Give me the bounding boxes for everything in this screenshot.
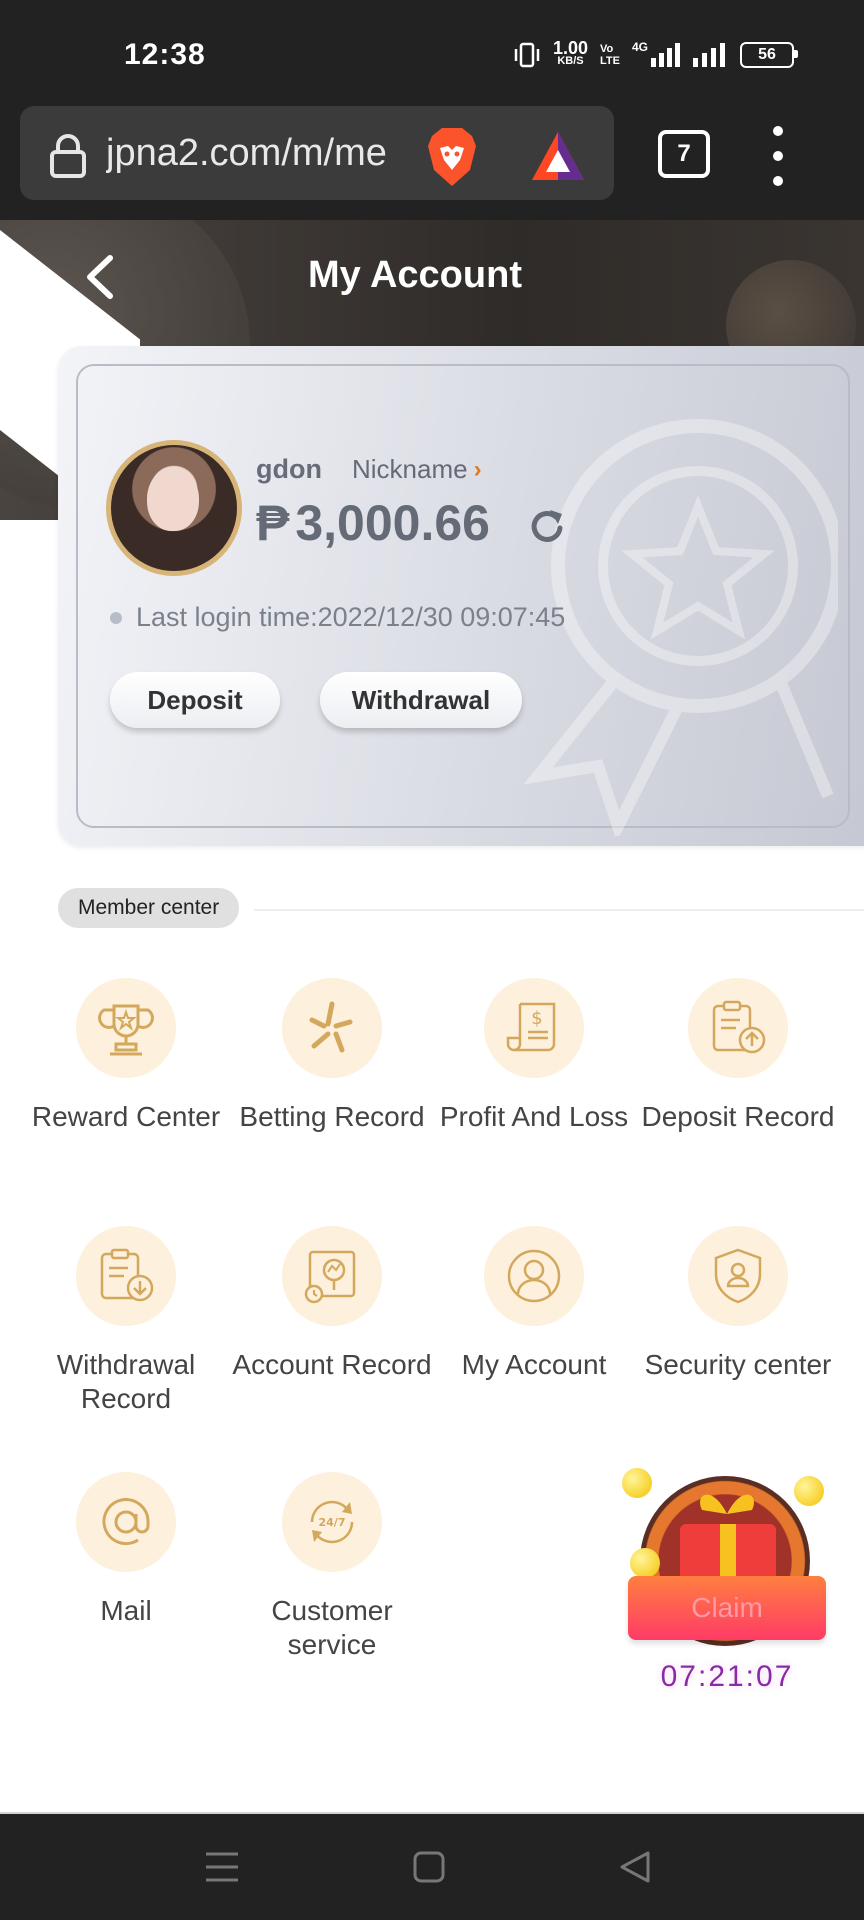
network-type: 4G (631, 40, 648, 54)
vibrate-icon (514, 42, 540, 68)
deposit-button[interactable]: Deposit (110, 672, 280, 728)
account-card: gdon Nickname › ₱ 3,000.66 Last login ti… (58, 346, 864, 846)
clipboard-download-icon (100, 1248, 154, 1302)
menu-item-withdrawal-record[interactable]: Withdrawal Record (24, 1226, 228, 1416)
signal-icon-2 (693, 43, 725, 67)
icon-circle (76, 1472, 176, 1572)
menu-item-label: Account Record (232, 1349, 432, 1380)
last-login: Last login time:2022/12/30 09:07:45 (110, 602, 565, 633)
menu-dot (773, 126, 783, 136)
chevron-right-icon: › (473, 455, 482, 483)
tab-switcher-button[interactable]: 7 (658, 130, 710, 178)
browser-menu-button[interactable] (766, 126, 790, 186)
shield-user-icon (714, 1248, 762, 1304)
menu-item-betting-record[interactable]: Betting Record (230, 978, 434, 1134)
menu-icon[interactable] (204, 1850, 240, 1884)
clipboard-upload-icon (712, 1000, 766, 1054)
last-login-text: Last login time:2022/12/30 09:07:45 (136, 602, 566, 632)
home-icon[interactable] (412, 1850, 446, 1884)
claim-widget[interactable]: Claim 07:21:07 (620, 1464, 834, 1704)
lock-icon (50, 134, 86, 178)
menu-dot (773, 176, 783, 186)
status-bar: 12:38 1.00 KB/S Vo LTE 4G 56 (0, 0, 864, 100)
avatar[interactable] (106, 440, 242, 576)
refresh-icon[interactable] (526, 506, 568, 548)
nickname-link[interactable]: Nickname › (352, 454, 482, 485)
menu-item-label: My Account (461, 1349, 607, 1380)
icon-circle (282, 978, 382, 1078)
nickname-label: Nickname (352, 454, 468, 484)
signal-icon (651, 43, 680, 67)
receipt-dollar-icon: $ (506, 1002, 556, 1052)
support-247-icon: 24/7 (310, 1500, 354, 1544)
battery-icon: 56 (740, 42, 798, 68)
menu-item-profit-and-loss[interactable]: $ Profit And Loss (432, 978, 636, 1134)
icon-circle (484, 1226, 584, 1326)
claim-timer: 07:21:07 (660, 1660, 794, 1693)
menu-item-label: Withdrawal Record (56, 1349, 196, 1414)
menu-item-label: Betting Record (239, 1101, 425, 1132)
menu-item-label: Profit And Loss (439, 1101, 629, 1132)
coin-decoration (622, 1468, 652, 1498)
divider (254, 909, 864, 911)
page-title: My Account (308, 254, 522, 296)
user-icon (507, 1249, 561, 1303)
trophy-icon (98, 1004, 154, 1056)
menu-item-label: Deposit Record (641, 1101, 835, 1132)
menu-dot (773, 151, 783, 161)
menu-item-customer-service[interactable]: 24/7 Customer service (230, 1472, 434, 1662)
url-text[interactable]: jpna2.com/m/me (106, 132, 426, 175)
coin-decoration (794, 1476, 824, 1506)
status-dot (110, 611, 122, 624)
menu-item-label: Mail (100, 1595, 152, 1626)
withdrawal-button[interactable]: Withdrawal (320, 672, 522, 728)
url-bar[interactable]: jpna2.com/m/me (20, 106, 614, 200)
icon-circle (76, 978, 176, 1078)
at-icon (102, 1498, 150, 1546)
volte-indicator: Vo LTE (600, 43, 620, 67)
menu-item-security-center[interactable]: Security center (636, 1226, 840, 1382)
sparkle-icon (309, 1001, 353, 1053)
menu-item-reward-center[interactable]: Reward Center (24, 978, 228, 1134)
icon-circle (688, 1226, 788, 1326)
member-center-label: Member center (58, 888, 240, 928)
menu-item-label: Security center (644, 1349, 832, 1380)
menu-item-label: Reward Center (31, 1101, 221, 1132)
balance-amount: 3,000.66 (295, 495, 490, 551)
status-indicators: 1.00 KB/S Vo LTE 4G 56 (513, 38, 798, 68)
chart-search-icon (304, 1250, 356, 1304)
net-speed: 1.00 KB/S (552, 38, 589, 67)
balance: ₱ 3,000.66 (256, 494, 490, 552)
username: gdon (256, 454, 322, 484)
gift-bow-icon (700, 1494, 754, 1514)
brave-shield-icon[interactable] (424, 126, 480, 188)
coin-decoration (630, 1548, 660, 1578)
menu-item-label: Customer service (271, 1595, 393, 1660)
icon-circle: $ (484, 978, 584, 1078)
icon-circle: 24/7 (282, 1472, 382, 1572)
avatar-face (147, 467, 199, 531)
back-icon[interactable] (618, 1850, 652, 1884)
menu-item-mail[interactable]: Mail (24, 1472, 228, 1628)
menu-item-my-account[interactable]: My Account (432, 1226, 636, 1382)
icon-circle (282, 1226, 382, 1326)
svg-text:$: $ (531, 1008, 542, 1029)
svg-text:24/7: 24/7 (319, 1516, 346, 1529)
currency-symbol: ₱ (256, 495, 290, 551)
icon-circle (76, 1226, 176, 1326)
claim-button[interactable]: Claim (628, 1576, 826, 1640)
browser-toolbar: jpna2.com/m/me 7 (0, 100, 864, 220)
menu-item-account-record[interactable]: Account Record (230, 1226, 434, 1382)
bat-rewards-icon[interactable] (530, 130, 586, 182)
menu-item-deposit-record[interactable]: Deposit Record (636, 978, 840, 1134)
system-nav-bar (0, 1814, 864, 1920)
status-time: 12:38 (124, 38, 206, 71)
icon-circle (688, 978, 788, 1078)
